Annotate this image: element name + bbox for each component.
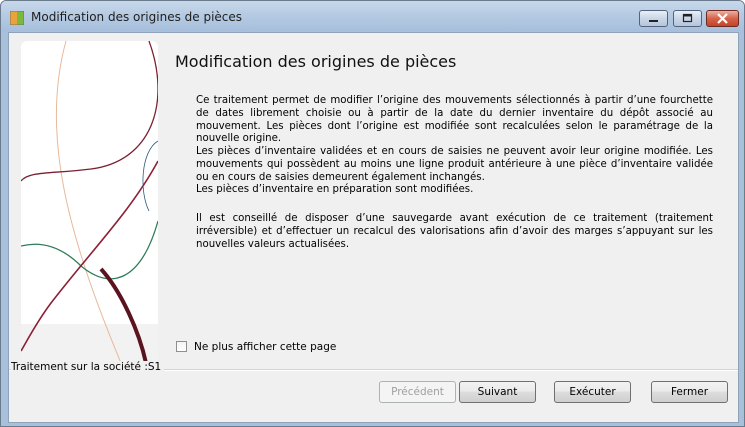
wizard-window: Modification des origines de pièces Modi… [0,0,745,427]
curves-illustration [21,41,158,363]
minimize-button[interactable] [639,10,668,27]
title-bar[interactable]: Modification des origines de pièces [1,1,744,31]
description-paragraph: Ce traitement permet de modifier l’origi… [196,95,713,145]
decorative-banner [21,41,158,363]
previous-button[interactable]: Précédent [379,381,456,403]
close-icon [717,13,728,24]
company-label: Traitement sur la société :S1 [11,361,165,373]
execute-button[interactable]: Exécuter [554,381,631,403]
next-button[interactable]: Suivant [459,381,536,403]
dont-show-again-label[interactable]: Ne plus afficher cette page [194,341,336,353]
maximize-icon [682,13,693,23]
inventory-note: Les pièces d’inventaire validées et en c… [196,146,713,197]
inventory-note-line: Les pièces d’inventaire en préparation s… [196,184,474,196]
wizard-content: Modification des origines de pièces Ce t… [8,32,739,423]
page-title: Modification des origines de pièces [175,52,457,71]
app-icon [10,11,24,25]
close-button[interactable]: Fermer [651,381,728,403]
window-title: Modification des origines de pièces [31,10,243,24]
maximize-button[interactable] [673,10,702,27]
backup-advice-paragraph: Il est conseillé de disposer d’une sauve… [196,213,713,250]
inventory-note-line: Les pièces d’inventaire validées et en c… [196,146,713,183]
dont-show-again-checkbox[interactable] [176,341,187,352]
close-window-button[interactable] [706,10,739,27]
minimize-icon [649,20,658,22]
